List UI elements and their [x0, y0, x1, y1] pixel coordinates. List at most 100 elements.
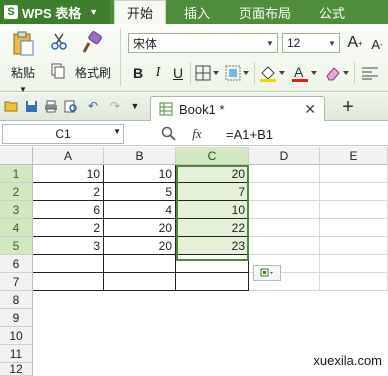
- underline-button[interactable]: U: [170, 64, 186, 82]
- borders-icon[interactable]: [194, 64, 222, 82]
- undo-icon[interactable]: ↶: [86, 99, 100, 113]
- row-header-6[interactable]: 6: [0, 255, 33, 273]
- cell-b3[interactable]: 4: [104, 201, 176, 219]
- cell-b5[interactable]: 20: [104, 237, 176, 255]
- paste-button[interactable]: 粘贴 ▼: [6, 64, 40, 95]
- row-header-12[interactable]: 12: [0, 362, 33, 376]
- cell-c4[interactable]: 22: [176, 219, 249, 237]
- app-menu-button[interactable]: S WPS 表格 ▼: [0, 0, 110, 24]
- cell-e4[interactable]: [320, 219, 388, 237]
- cell-a4[interactable]: 2: [33, 219, 104, 237]
- formula-input[interactable]: =A1+B1: [222, 124, 386, 144]
- cell-e6[interactable]: [320, 255, 388, 273]
- cut-icon[interactable]: [50, 32, 68, 50]
- cell-a7[interactable]: [33, 273, 104, 291]
- select-all-corner[interactable]: [0, 147, 33, 165]
- increase-font-icon[interactable]: A +: [346, 33, 364, 53]
- cell-e2[interactable]: [320, 183, 388, 201]
- cell-d5[interactable]: [249, 237, 320, 255]
- row-header-3[interactable]: 3: [0, 201, 33, 219]
- cell-a3[interactable]: 6: [33, 201, 104, 219]
- cell-c3[interactable]: 10: [176, 201, 249, 219]
- column-header-b[interactable]: B: [104, 147, 176, 165]
- cell-b7[interactable]: [104, 273, 176, 291]
- cell-c1[interactable]: 20: [176, 165, 249, 183]
- cell-d1[interactable]: [249, 165, 320, 183]
- new-tab-button[interactable]: +: [336, 95, 360, 119]
- print-preview-icon[interactable]: [64, 99, 78, 113]
- row-header-9[interactable]: 9: [0, 309, 33, 327]
- tab-insert[interactable]: 插入: [172, 0, 222, 24]
- close-icon[interactable]: ✕: [304, 101, 316, 118]
- tab-home[interactable]: 开始: [114, 0, 166, 24]
- ribbon-divider: [120, 28, 121, 86]
- spreadsheet-grid[interactable]: A B C D E 1 2 3 4 5 6 7 8 9 10 11 12 10 …: [0, 147, 388, 376]
- cell-b4[interactable]: 20: [104, 219, 176, 237]
- name-box[interactable]: C1 ▼: [2, 124, 124, 144]
- row-header-7[interactable]: 7: [0, 273, 33, 291]
- document-title: Book1 *: [179, 101, 225, 117]
- row-header-4[interactable]: 4: [0, 219, 33, 237]
- cell-a6[interactable]: [33, 255, 104, 273]
- cell-b1[interactable]: 10: [104, 165, 176, 183]
- cell-e7[interactable]: [320, 273, 388, 291]
- merge-cells-icon[interactable]: [224, 64, 252, 82]
- paste-icon[interactable]: [10, 30, 36, 58]
- bold-button[interactable]: B: [130, 64, 146, 82]
- spreadsheet-icon: [159, 102, 173, 116]
- cell-a1[interactable]: 10: [33, 165, 104, 183]
- watermark-text: xuexila.com: [313, 353, 382, 368]
- column-header-e[interactable]: E: [320, 147, 388, 165]
- cell-c5[interactable]: 23: [176, 237, 249, 255]
- decrease-font-icon[interactable]: A-: [368, 35, 386, 53]
- cell-b2[interactable]: 5: [104, 183, 176, 201]
- copy-icon[interactable]: [50, 62, 66, 80]
- column-header-d[interactable]: D: [249, 147, 320, 165]
- italic-button[interactable]: I: [150, 64, 166, 82]
- cell-e1[interactable]: [320, 165, 388, 183]
- chevron-down-icon: ▼: [113, 127, 121, 136]
- title-bar: S WPS 表格 ▼ 开始 插入 页面布局 公式: [0, 0, 388, 24]
- cell-c2[interactable]: 7: [176, 183, 249, 201]
- row-header-10[interactable]: 10: [0, 327, 33, 345]
- save-icon[interactable]: [24, 99, 38, 113]
- row-header-5[interactable]: 5: [0, 237, 33, 255]
- cell-c7[interactable]: [176, 273, 249, 291]
- cell-e5[interactable]: [320, 237, 388, 255]
- row-header-2[interactable]: 2: [0, 183, 33, 201]
- format-painter-button[interactable]: 格式刷: [72, 64, 114, 81]
- tab-formulas[interactable]: 公式: [308, 0, 356, 24]
- cell-d4[interactable]: [249, 219, 320, 237]
- cell-d3[interactable]: [249, 201, 320, 219]
- column-header-c[interactable]: C: [176, 147, 249, 165]
- insert-function-button[interactable]: fx: [186, 125, 208, 143]
- font-size-select[interactable]: 12 ▼: [282, 33, 340, 53]
- open-folder-icon[interactable]: [4, 99, 18, 113]
- cell-a5[interactable]: 3: [33, 237, 104, 255]
- cell-e3[interactable]: [320, 201, 388, 219]
- row-header-1[interactable]: 1: [0, 165, 33, 183]
- tab-page-layout[interactable]: 页面布局: [230, 0, 300, 24]
- row-header-8[interactable]: 8: [0, 291, 33, 309]
- chevron-down-icon: ▼: [89, 7, 99, 17]
- cell-a2[interactable]: 2: [33, 183, 104, 201]
- chevron-down-icon[interactable]: ▼: [128, 99, 142, 113]
- format-painter-icon[interactable]: [80, 30, 104, 56]
- cell-d2[interactable]: [249, 183, 320, 201]
- document-tab[interactable]: Book1 * ✕: [150, 96, 325, 121]
- font-color-icon[interactable]: A: [290, 64, 320, 82]
- clear-format-icon[interactable]: [322, 64, 352, 82]
- print-icon[interactable]: [44, 99, 58, 113]
- cell-b6[interactable]: [104, 255, 176, 273]
- autofill-options-icon[interactable]: [253, 265, 281, 281]
- fill-color-icon[interactable]: [258, 64, 288, 82]
- paste-label: 粘贴: [10, 66, 35, 80]
- redo-icon[interactable]: ↷: [108, 99, 122, 113]
- row-header-11[interactable]: 11: [0, 345, 33, 363]
- align-left-icon[interactable]: [360, 64, 380, 82]
- column-header-a[interactable]: A: [33, 147, 104, 165]
- font-name-select[interactable]: 宋体 ▼: [128, 33, 278, 53]
- font-name-value: 宋体: [133, 36, 158, 51]
- zoom-search-icon[interactable]: [160, 125, 178, 143]
- cell-c6[interactable]: [176, 255, 249, 273]
